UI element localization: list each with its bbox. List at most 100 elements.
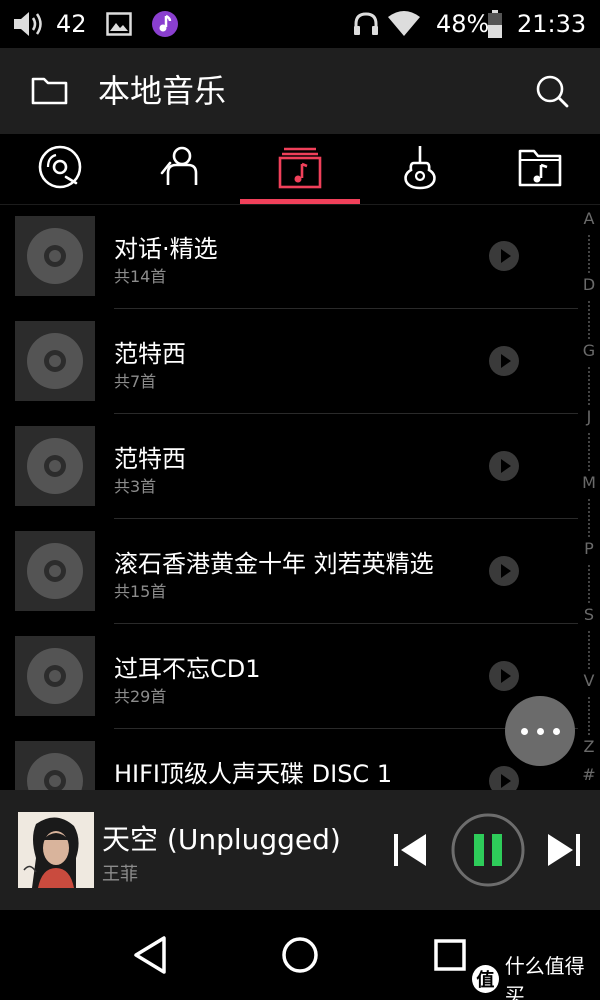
index-dots (588, 301, 590, 339)
row-divider (114, 413, 578, 414)
list-item[interactable]: 范特西 共7首 (0, 310, 578, 415)
disc-icon (36, 143, 84, 195)
list-item[interactable]: 对话·精选 共14首 (0, 205, 578, 310)
disc-icon (27, 753, 83, 790)
artist-portrait-icon (18, 812, 94, 888)
index-letter[interactable]: Z (578, 737, 600, 756)
tab-albums[interactable] (240, 134, 360, 204)
now-playing-album-art[interactable] (18, 812, 94, 888)
music-app-icon (151, 0, 179, 48)
album-cover-placeholder (15, 636, 95, 716)
disc-icon (27, 543, 83, 599)
album-cover-placeholder (15, 531, 95, 611)
track-count: 共7首 (114, 372, 157, 391)
album-title: 过耳不忘CD1 (114, 655, 261, 683)
index-letter[interactable]: D (578, 275, 600, 294)
album-icon (276, 143, 324, 195)
tab-songs[interactable] (0, 134, 120, 204)
album-cover-placeholder (15, 426, 95, 506)
pause-icon (451, 813, 525, 887)
now-playing-artist: 王菲 (102, 864, 138, 885)
play-icon[interactable] (488, 345, 520, 377)
album-cover-placeholder (15, 741, 95, 790)
index-dots (588, 235, 590, 273)
index-letter[interactable]: G (578, 341, 600, 360)
tab-folders[interactable] (480, 134, 600, 204)
index-dots (588, 367, 590, 405)
page-title: 本地音乐 (98, 72, 227, 110)
track-count: 共3首 (114, 477, 157, 496)
volume-level: 42 (56, 10, 87, 38)
clock: 21:33 (517, 10, 587, 38)
artist-icon (156, 143, 204, 195)
list-item[interactable]: 过耳不忘CD1 共29首 (0, 625, 578, 730)
index-letter[interactable]: # (578, 765, 600, 784)
index-letter[interactable]: S (578, 605, 600, 624)
music-folder-icon (516, 143, 564, 195)
search-icon[interactable] (530, 69, 574, 113)
battery-percent: 48% (436, 10, 490, 38)
list-item[interactable]: 范特西 共3首 (0, 415, 578, 520)
index-letter[interactable]: V (578, 671, 600, 690)
play-icon[interactable] (488, 660, 520, 692)
play-icon[interactable] (488, 240, 520, 272)
wifi-icon (387, 0, 421, 48)
row-divider (114, 308, 578, 309)
row-divider (114, 518, 578, 519)
album-title: HIFI顶级人声天碟 DISC 1 (114, 760, 393, 788)
play-icon[interactable] (488, 555, 520, 587)
back-icon[interactable] (128, 932, 174, 978)
disc-icon (27, 228, 83, 284)
skip-previous-icon[interactable] (392, 831, 428, 873)
headphones-icon (352, 0, 380, 48)
index-dots (588, 631, 590, 669)
album-list[interactable]: 对话·精选 共14首 范特西 共7首 范特西 共3首 滚石香港黄金十年 刘若英精… (0, 205, 578, 790)
album-title: 范特西 (114, 340, 186, 368)
album-title: 对话·精选 (114, 235, 218, 263)
track-count: 共15首 (114, 582, 167, 601)
play-icon[interactable] (488, 765, 520, 790)
disc-icon (27, 648, 83, 704)
disc-icon (27, 438, 83, 494)
album-cover-placeholder (15, 216, 95, 296)
index-letter[interactable]: M (578, 473, 600, 492)
track-count: 共14首 (114, 267, 167, 286)
list-item[interactable]: 滚石香港黄金十年 刘若英精选 共15首 (0, 520, 578, 625)
play-icon[interactable] (488, 450, 520, 482)
list-item[interactable]: HIFI顶级人声天碟 DISC 1 (0, 730, 578, 790)
watermark-badge: 值 (472, 965, 499, 993)
skip-next-icon[interactable] (546, 831, 582, 873)
album-cover-placeholder (15, 321, 95, 401)
index-dots (588, 697, 590, 735)
folder-icon[interactable] (28, 69, 72, 113)
index-letter[interactable]: J (578, 407, 600, 426)
app-header: 本地音乐 (0, 48, 600, 134)
more-dot-icon (520, 727, 528, 735)
tab-artists[interactable] (120, 134, 240, 204)
album-title: 范特西 (114, 445, 186, 473)
category-tabs (0, 134, 600, 204)
now-playing-title: 天空 (Unplugged) (102, 823, 341, 856)
volume-icon (12, 0, 46, 48)
guitar-icon (396, 143, 444, 195)
index-dots (588, 499, 590, 537)
pause-button[interactable] (450, 812, 526, 892)
index-dots (588, 565, 590, 603)
more-options-button[interactable] (505, 696, 575, 766)
index-dots (588, 433, 590, 471)
row-divider (114, 623, 578, 624)
alphabet-index[interactable]: A D G J M P S V Z # (578, 205, 600, 790)
more-dot-icon (536, 727, 544, 735)
index-letter[interactable]: P (578, 539, 600, 558)
image-notification-icon (106, 0, 132, 48)
now-playing-bar[interactable]: 天空 (Unplugged) 王菲 (0, 790, 600, 910)
disc-icon (27, 333, 83, 389)
recents-icon[interactable] (427, 932, 473, 978)
tab-genres[interactable] (360, 134, 480, 204)
watermark-text: 什么值得买 (504, 954, 585, 1000)
track-count: 共29首 (114, 687, 167, 706)
status-bar: 42 48% 21:33 (0, 0, 600, 48)
index-letter[interactable]: A (578, 209, 600, 228)
more-dot-icon (552, 727, 560, 735)
home-icon[interactable] (277, 932, 323, 978)
